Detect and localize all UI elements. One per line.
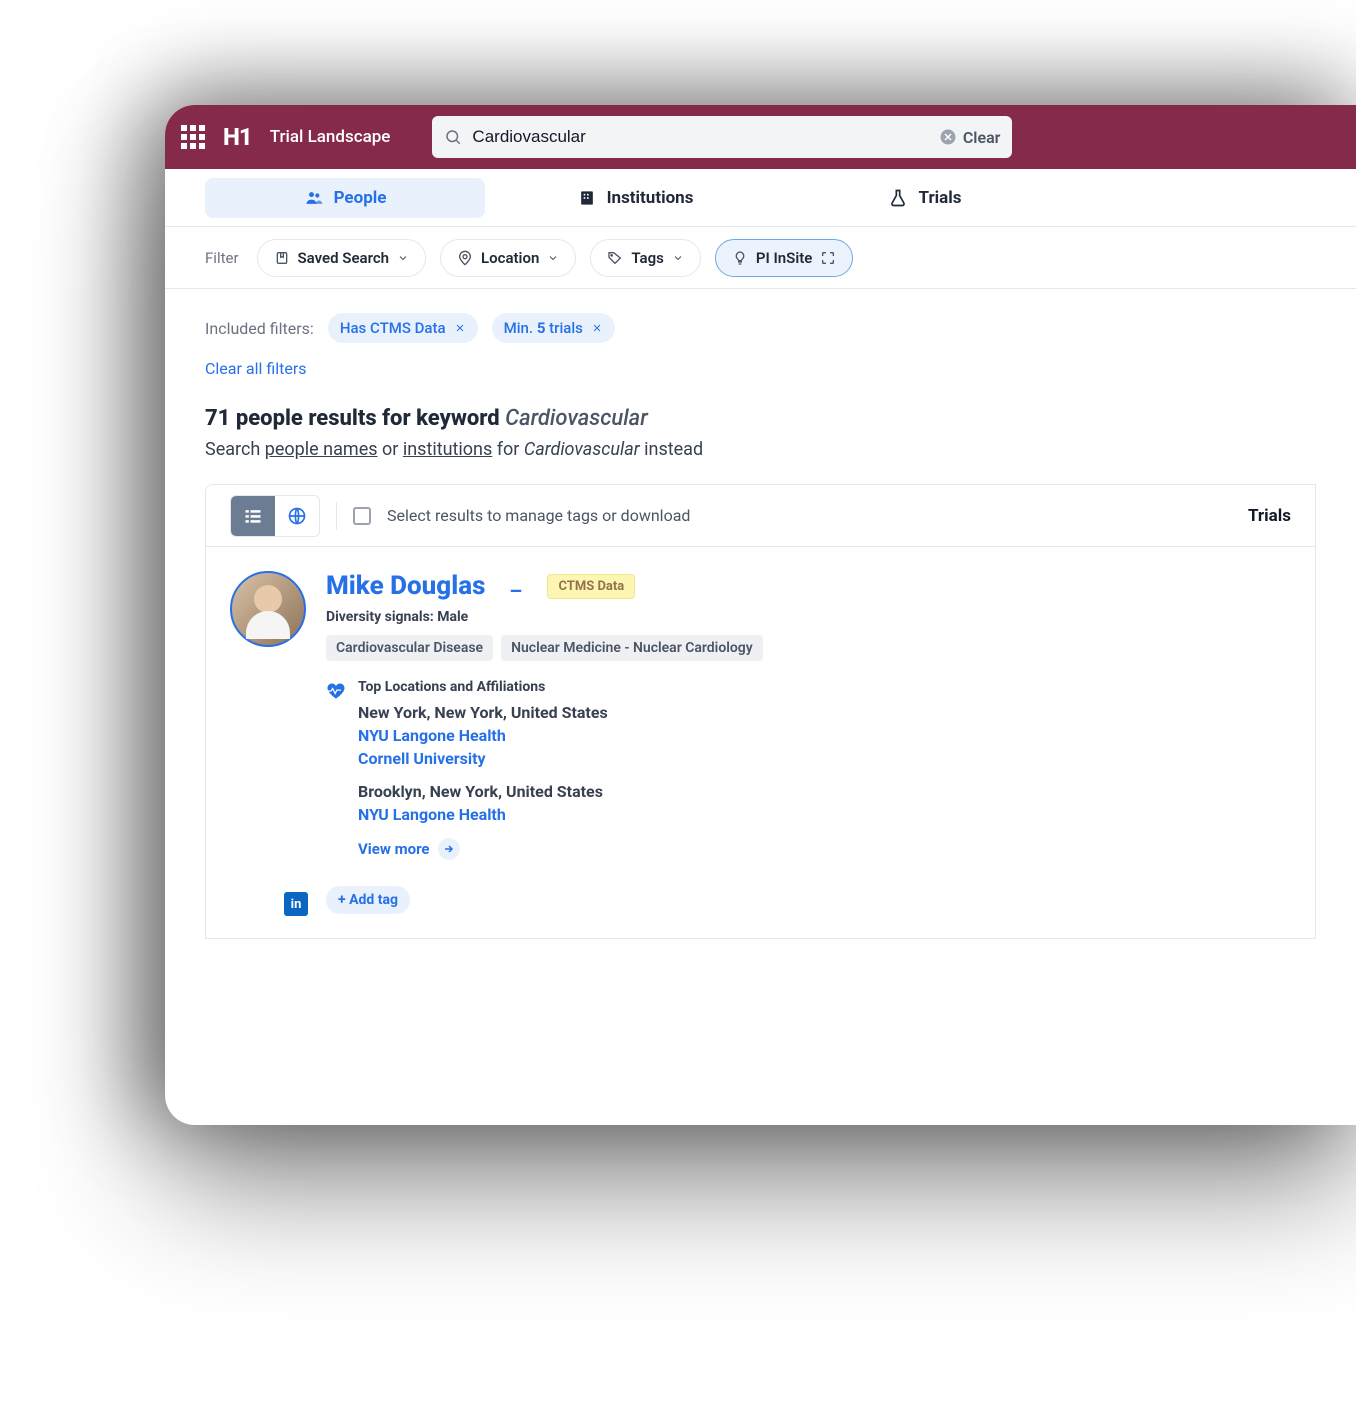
list-view-button[interactable] (231, 496, 275, 536)
top-bar: H1 Trial Landscape Clear (165, 105, 1356, 169)
remove-chip-icon[interactable] (591, 322, 603, 334)
filter-location[interactable]: Location (440, 239, 576, 277)
filter-pi-insite[interactable]: PI InSite (715, 239, 854, 277)
tab-people-label: People (334, 188, 387, 208)
affiliation-link[interactable]: NYU Langone Health (358, 726, 608, 745)
apps-grid-icon[interactable] (181, 125, 205, 149)
filter-saved-search[interactable]: Saved Search (257, 239, 427, 277)
suggest-institutions-link[interactable]: institutions (403, 439, 492, 460)
search-bar: Clear (432, 116, 1012, 158)
included-filters-row: Included filters: Has CTMS Data Min. 5 t… (205, 313, 1316, 343)
filter-label: Filter (205, 249, 239, 267)
view-toggle (230, 495, 320, 537)
tab-institutions-label: Institutions (607, 188, 694, 208)
tab-people[interactable]: People (205, 178, 485, 218)
results-panel-header: Select results to manage tags or downloa… (206, 485, 1315, 547)
diversity-signals: Diversity signals: Male (326, 609, 1291, 625)
column-head-trials: Trials (1248, 506, 1291, 526)
affiliation-link[interactable]: Cornell University (358, 749, 608, 768)
panel-hint: Select results to manage tags or downloa… (387, 506, 690, 525)
included-filters-label: Included filters: (205, 319, 314, 338)
result-card: in Mike Douglas CTMS Data Diversity sign… (206, 547, 1315, 938)
suggest-people-link[interactable]: people names (265, 439, 378, 460)
chip-min-trials-text: Min. 5 trials (504, 319, 583, 337)
expand-icon (820, 250, 836, 266)
chip-ctms-text: Has CTMS Data (340, 319, 446, 337)
lightbulb-icon (732, 250, 748, 266)
select-all-checkbox[interactable] (353, 507, 371, 525)
avatar[interactable] (230, 571, 306, 647)
filter-saved-search-label: Saved Search (298, 249, 390, 267)
location-icon (457, 250, 473, 266)
chevron-down-icon (672, 252, 684, 264)
location-block: Brooklyn, New York, United States NYU La… (358, 782, 608, 824)
affiliation-link[interactable]: NYU Langone Health (358, 805, 608, 824)
arrow-right-icon (438, 838, 460, 860)
clear-button[interactable]: Clear (939, 128, 1001, 147)
specialty-tag: Cardiovascular Disease (326, 635, 493, 661)
list-icon (243, 506, 263, 526)
chip-ctms: Has CTMS Data (328, 313, 478, 343)
view-more-label: View more (358, 840, 430, 858)
tab-trials-label: Trials (918, 188, 961, 208)
results-panel: Select results to manage tags or downloa… (205, 484, 1316, 939)
chevron-down-icon (547, 252, 559, 264)
add-tag-button[interactable]: + Add tag (326, 886, 410, 914)
tab-institutions[interactable]: Institutions (495, 178, 775, 218)
remove-chip-icon[interactable] (454, 322, 466, 334)
location-text: Brooklyn, New York, United States (358, 782, 608, 801)
specialty-tags: Cardiovascular Disease Nuclear Medicine … (326, 635, 1291, 661)
chevron-down-icon (397, 252, 409, 264)
linkedin-icon[interactable]: in (284, 892, 308, 916)
main-tabs: People Institutions Trials (165, 169, 1356, 227)
filter-tags[interactable]: Tags (590, 239, 701, 277)
clear-icon (939, 128, 957, 146)
filter-tags-label: Tags (631, 249, 664, 267)
map-view-button[interactable] (275, 496, 319, 536)
chip-min-trials: Min. 5 trials (492, 313, 615, 343)
app-title: Trial Landscape (270, 127, 391, 147)
filter-location-label: Location (481, 249, 539, 267)
location-text: New York, New York, United States (358, 703, 608, 722)
person-name-link[interactable]: Mike Douglas (326, 571, 485, 601)
building-icon (577, 188, 597, 208)
search-input[interactable] (472, 127, 928, 147)
clear-all-filters-link[interactable]: Clear all filters (205, 359, 307, 378)
search-icon (444, 128, 462, 146)
view-more-button[interactable]: View more (358, 838, 608, 860)
tab-trials[interactable]: Trials (785, 178, 1065, 218)
globe-icon (287, 506, 307, 526)
clear-label: Clear (963, 128, 1001, 147)
flask-icon (888, 188, 908, 208)
tag-icon (607, 250, 623, 266)
content-area: Included filters: Has CTMS Data Min. 5 t… (165, 289, 1356, 939)
logo[interactable]: H1 (223, 123, 252, 151)
specialty-tag: Nuclear Medicine - Nuclear Cardiology (501, 635, 763, 661)
search-suggestion: Search people names or institutions for … (205, 439, 1316, 460)
people-icon (304, 188, 324, 208)
location-block: New York, New York, United States NYU La… (358, 703, 608, 768)
filter-bar: Filter Saved Search Location Tags PI InS… (165, 227, 1356, 289)
filter-pi-insite-label: PI InSite (756, 249, 813, 267)
app-window: H1 Trial Landscape Clear People Institut… (165, 105, 1356, 1125)
locations-title: Top Locations and Affiliations (358, 679, 608, 695)
heartbeat-icon (326, 681, 346, 701)
separator (336, 502, 337, 530)
ctms-badge: CTMS Data (547, 574, 635, 599)
download-icon[interactable] (507, 577, 525, 595)
results-heading: 71 people results for keyword Cardiovasc… (205, 406, 1316, 431)
bookmark-icon (274, 250, 290, 266)
